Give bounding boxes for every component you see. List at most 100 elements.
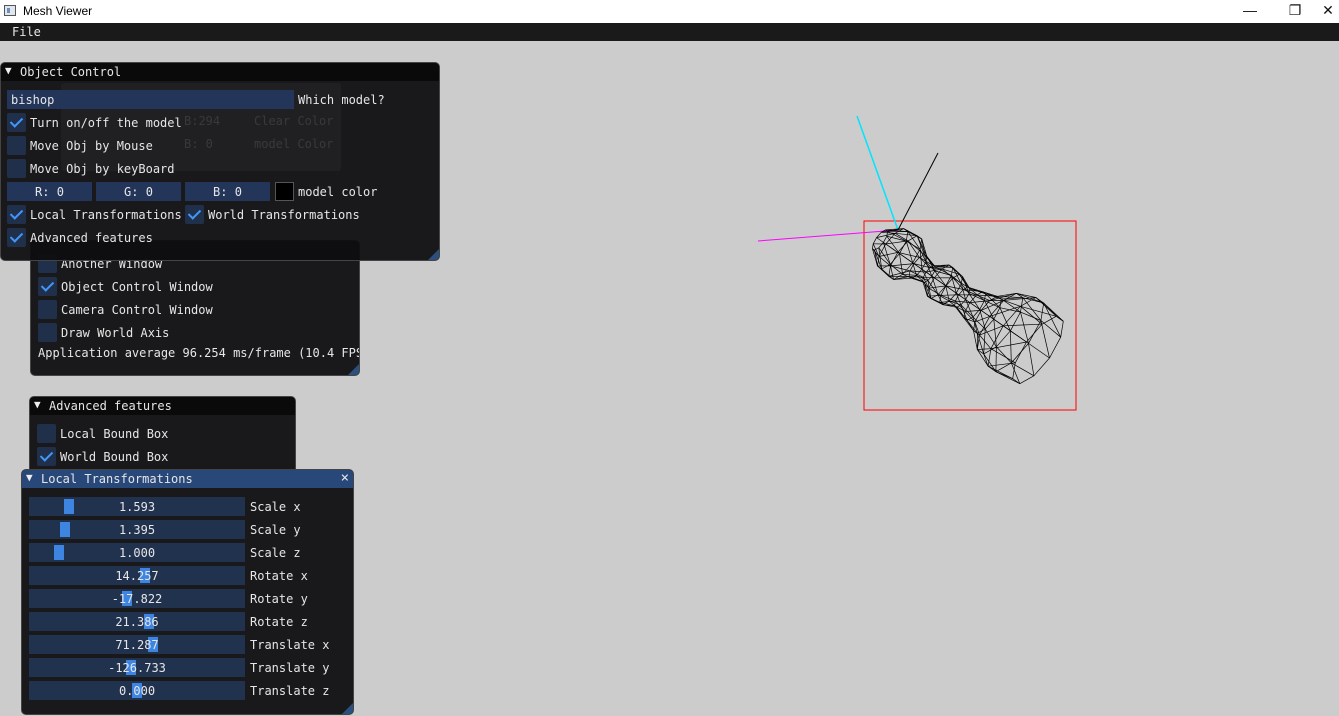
mesh-edge (995, 346, 997, 372)
mesh-edge (890, 252, 899, 267)
slider-value: 21.386 (115, 615, 159, 629)
move-by-mouse-label: Move Obj by Mouse (30, 139, 153, 153)
slider-label: Rotate x (250, 569, 308, 583)
slider-rotate-y[interactable]: -17.822 (29, 589, 245, 608)
app-icon (4, 5, 16, 16)
draw-world-axis-checkbox[interactable] (38, 323, 57, 342)
mesh-edge (899, 240, 907, 254)
mesh-edge (931, 270, 936, 277)
object-control-titlebar[interactable]: ▼ Object Control (1, 63, 439, 81)
mesh-edge (1060, 321, 1064, 338)
maximize-button[interactable]: ❐ (1273, 0, 1317, 23)
mesh-edge (1043, 302, 1064, 322)
slider-translate-y[interactable]: -126.733 (29, 658, 245, 677)
mesh-edge (1010, 330, 1012, 363)
slider-label: Scale x (250, 500, 301, 514)
mesh-edge (954, 305, 966, 312)
mesh-edge (977, 348, 991, 350)
mesh-edge (935, 266, 953, 268)
slider-translate-x[interactable]: 71.287 (29, 635, 245, 654)
slider-value: 1.593 (118, 500, 156, 514)
local-transformations-window[interactable]: ▼ Local Transformations × 1.593 Scale x 1.… (21, 469, 354, 715)
slider-scale-z[interactable]: 1.000 (29, 543, 245, 562)
resize-grip[interactable] (428, 249, 439, 260)
mesh-edge (973, 330, 978, 350)
color-b-field[interactable]: B: 0 (185, 182, 270, 201)
slider-scale-x[interactable]: 1.593 (29, 497, 245, 516)
resize-grip[interactable] (342, 703, 353, 714)
slider-rotate-x[interactable]: 14.257 (29, 566, 245, 585)
mesh-edge (1040, 302, 1045, 321)
mesh-edge (877, 265, 890, 277)
mesh-edge (954, 305, 965, 319)
slider-rotate-z[interactable]: 21.386 (29, 612, 245, 631)
advanced-features-checkbox[interactable] (7, 228, 26, 247)
mesh-edge (1033, 357, 1050, 377)
close-icon[interactable]: × (341, 470, 349, 486)
object-control-window-label: Object Control Window (61, 280, 213, 294)
advanced-features-label: Advanced features (30, 231, 153, 245)
mesh-edge (923, 276, 935, 279)
turn-on-off-checkbox[interactable] (7, 113, 26, 132)
advanced-features-titlebar[interactable]: ▼ Advanced features (30, 397, 295, 415)
slider-value: 1.395 (118, 523, 156, 537)
model-name-input[interactable]: bishop (7, 90, 294, 109)
window-titlebar: Mesh Viewer — ❐ ✕ (0, 0, 1339, 23)
slider-label: Rotate y (250, 592, 308, 606)
world-bound-box (863, 220, 1077, 411)
object-control-window-checkbox[interactable] (38, 277, 57, 296)
mesh-edge (984, 293, 986, 301)
bishop-mesh-wireframe (872, 228, 1064, 385)
mesh-edge (980, 310, 990, 317)
collapse-triangle-icon[interactable]: ▼ (26, 471, 33, 484)
local-transformations-titlebar[interactable]: ▼ Local Transformations × (22, 470, 353, 488)
resize-grip[interactable] (348, 364, 359, 375)
menu-file[interactable]: File (12, 25, 41, 39)
turn-on-off-label: Turn on/off the model (30, 116, 182, 130)
slider-value: 0.000 (118, 684, 156, 698)
color-g-field[interactable]: G: 0 (96, 182, 181, 201)
mesh-edge (887, 231, 907, 242)
collapse-triangle-icon[interactable]: ▼ (34, 398, 41, 411)
model-color-swatch[interactable] (275, 182, 294, 201)
local-transformations-title: Local Transformations (41, 472, 193, 486)
mesh-edge (890, 265, 911, 272)
world-transformations-checkbox[interactable] (185, 205, 204, 224)
close-button[interactable]: ✕ (1317, 0, 1339, 23)
mesh-edge (940, 294, 959, 296)
mesh-edge (988, 362, 1016, 367)
mesh-edge (987, 365, 1013, 380)
move-by-mouse-checkbox[interactable] (7, 136, 26, 155)
slider-scale-y[interactable]: 1.395 (29, 520, 245, 539)
local-bound-box-checkbox[interactable] (37, 424, 56, 443)
mesh-edge (965, 293, 970, 300)
slider-translate-z[interactable]: 0.000 (29, 681, 245, 700)
mesh-edge (913, 257, 920, 264)
local-transformations-checkbox[interactable] (7, 205, 26, 224)
world-bound-box-label: World Bound Box (60, 450, 169, 464)
slider-value: -126.733 (108, 661, 166, 675)
mesh-edge (934, 277, 947, 287)
mesh-edge (872, 237, 877, 244)
mesh-edge (899, 253, 903, 275)
local-bound-box-label: Local Bound Box (60, 427, 169, 441)
object-control-window[interactable]: ▼ Object Control B:294 Clear Color B: 0 … (0, 62, 440, 261)
world-bound-box-checkbox[interactable] (37, 447, 56, 466)
mesh-edge (926, 256, 936, 268)
mesh-edge (1049, 337, 1062, 359)
mesh-edge (1003, 300, 1021, 307)
color-r-field[interactable]: R: 0 (7, 182, 92, 201)
mesh-edge (968, 288, 971, 294)
mesh-edge (984, 318, 995, 330)
mesh-edge (881, 231, 896, 234)
mesh-edge (928, 285, 946, 289)
model-name-value: bishop (11, 93, 55, 107)
move-by-keyboard-checkbox[interactable] (7, 159, 26, 178)
collapse-triangle-icon[interactable]: ▼ (5, 64, 12, 77)
minimize-button[interactable]: — (1228, 0, 1272, 23)
camera-control-window-checkbox[interactable] (38, 300, 57, 319)
advanced-features-window[interactable]: ▼ Advanced features Local Bound Box Worl… (29, 396, 296, 476)
mesh-edge (897, 240, 909, 253)
mesh-edge (1026, 323, 1043, 343)
mesh-edge (878, 242, 884, 248)
